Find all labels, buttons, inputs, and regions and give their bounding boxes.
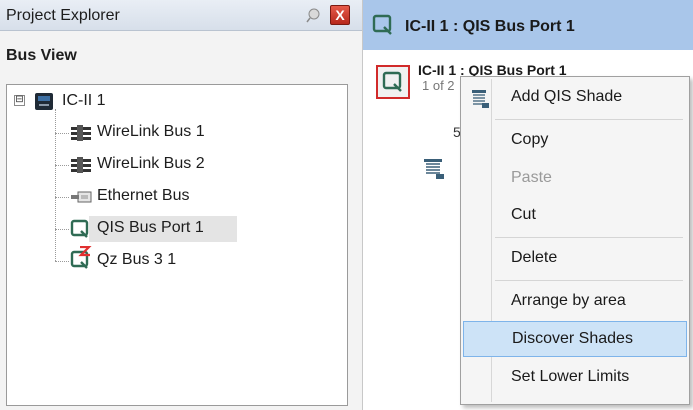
menu-item-arrange-by-area[interactable]: Arrange by area [463,284,687,320]
menu-item-label: Set Lower Limits [511,368,630,385]
project-explorer-header: Project Explorer X [0,0,362,31]
menu-item-paste[interactable]: Paste [463,161,687,197]
port-subtitle: 1 of 2 [422,78,455,93]
qis-port-icon [70,219,90,244]
collapse-toggle[interactable]: ⊟ [14,95,25,106]
bus-port-title: IC-II 1 : QIS Bus Port 1 [405,18,575,35]
shade-icon [422,157,448,186]
tree-connector [55,229,69,230]
context-menu: Add QIS Shade Copy Paste Cut Delete Arra… [460,76,690,405]
wirelink-bus-icon [70,156,92,179]
menu-separator [495,237,683,238]
menu-separator [495,119,683,120]
menu-item-label: Discover Shades [512,330,633,347]
menu-item-cut[interactable]: Cut [463,198,687,234]
menu-item-copy[interactable]: Copy [463,123,687,159]
close-icon[interactable]: X [330,5,350,25]
tree-item-wirelink-bus-1[interactable]: WireLink Bus 1 [97,123,205,141]
tree-connector [55,165,69,166]
qis-port-tile[interactable] [376,65,410,99]
tree-item-qis-bus-port-1[interactable]: QIS Bus Port 1 [97,219,204,237]
qis-port-icon [382,71,402,92]
bus-view-label: Bus View [6,47,77,64]
controller-icon [33,90,55,117]
menu-item-discover-shades[interactable]: Discover Shades [463,321,687,357]
tree-connector [55,261,69,262]
project-explorer-panel: Project Explorer X Bus View ⊟ IC-II 1 Wi… [0,0,363,410]
qis-port-icon [372,14,394,41]
qz-bus-icon [70,245,92,275]
menu-item-label: Cut [511,206,536,223]
tree-connector [55,109,56,261]
menu-item-label: Copy [511,131,549,148]
tree-item-qz-bus-3-1[interactable]: Qz Bus 3 1 [97,251,176,269]
tree-connector [55,197,69,198]
add-shade-icon [471,89,491,114]
ethernet-bus-icon [70,189,92,210]
tree-item-ic-ii-1[interactable]: IC-II 1 [62,92,106,110]
menu-item-set-lower-limits[interactable]: Set Lower Limits [463,360,687,396]
tree-item-ethernet-bus[interactable]: Ethernet Bus [97,187,190,205]
menu-separator [495,280,683,281]
menu-item-delete[interactable]: Delete [463,241,687,277]
menu-item-label: Delete [511,249,558,266]
menu-item-label: Add QIS Shade [511,88,623,105]
tree-item-wirelink-bus-2[interactable]: WireLink Bus 2 [97,155,205,173]
menu-item-add-qis-shade[interactable]: Add QIS Shade [463,80,687,116]
bus-tree: ⊟ IC-II 1 WireLink Bus 1 WireLink Bus 2 … [6,84,348,406]
menu-item-label: Arrange by area [511,292,626,309]
wirelink-bus-icon [70,124,92,147]
tree-connector [55,133,69,134]
bus-port-header: IC-II 1 : QIS Bus Port 1 [363,0,693,50]
pin-icon[interactable] [305,7,321,23]
project-explorer-title: Project Explorer [6,7,120,24]
menu-item-label: Paste [511,169,552,186]
